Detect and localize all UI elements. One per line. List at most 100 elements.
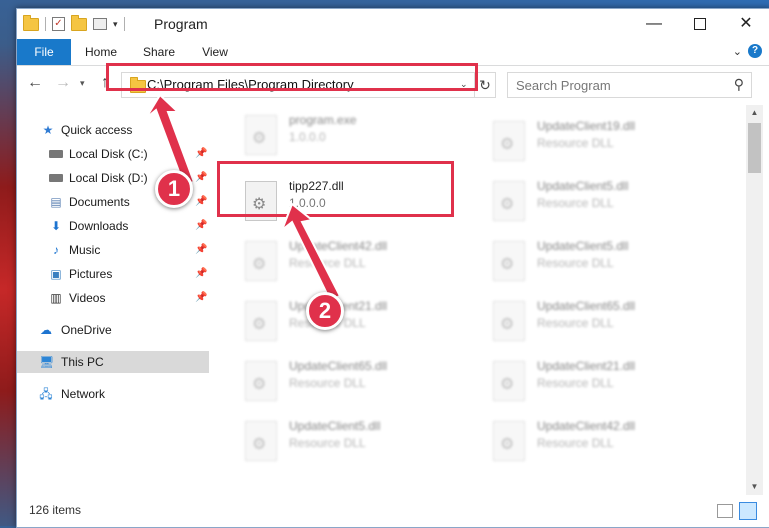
film-icon: ▥	[50, 291, 62, 305]
file-name: UpdateClient42.dll	[537, 419, 636, 433]
item-count: 126 items	[29, 503, 82, 517]
sidebar-item-onedrive[interactable]: ☁ OneDrive	[17, 319, 209, 341]
file-name: UpdateClient42.dll	[289, 239, 388, 253]
sidebar-item-network[interactable]: 🖧 Network	[17, 383, 209, 405]
pin-icon[interactable]: 📌	[195, 143, 207, 165]
dll-file-icon	[493, 361, 525, 401]
sidebar-item-label: Pictures	[69, 267, 113, 281]
list-item[interactable]: UpdateClient65.dll Resource DLL	[237, 355, 477, 411]
dll-file-icon	[245, 361, 277, 401]
properties-check-icon[interactable]: ✓	[52, 17, 65, 31]
list-item[interactable]: UpdateClient42.dll Resource DLL	[237, 235, 477, 291]
documents-icon: ▤	[50, 195, 62, 209]
search-icon[interactable]: ⚲	[734, 76, 744, 93]
file-name: UpdateClient5.dll	[289, 419, 381, 433]
customize-icon[interactable]	[93, 18, 107, 30]
list-item[interactable]: UpdateClient5.dll Resource DLL	[485, 175, 725, 231]
vertical-scrollbar[interactable]: ▲ ▼	[746, 105, 763, 495]
list-item[interactable]: UpdateClient42.dll Resource DLL	[485, 415, 725, 471]
sidebar-item-label: Documents	[69, 195, 130, 209]
file-details: Resource DLL	[537, 436, 614, 450]
file-details: 1.0.0.0	[289, 130, 326, 144]
sidebar-item-label: Quick access	[61, 123, 133, 137]
search-placeholder: Search Program	[516, 78, 611, 93]
drive-icon	[49, 171, 63, 185]
minimize-button[interactable]: —	[631, 9, 677, 39]
new-folder-icon[interactable]	[71, 14, 87, 31]
maximize-button[interactable]	[677, 9, 723, 39]
file-details: Resource DLL	[537, 196, 614, 210]
tab-view[interactable]: View	[195, 39, 235, 65]
sidebar-item-label: Local Disk (D:)	[69, 171, 148, 185]
details-view-icon[interactable]	[717, 504, 733, 518]
pin-icon[interactable]: 📌	[195, 215, 207, 237]
download-arrow-icon: ⬇	[50, 219, 62, 233]
list-item[interactable]: UpdateClient65.dll Resource DLL	[485, 295, 725, 351]
list-item[interactable]: UpdateClient19.dll Resource DLL	[485, 115, 725, 171]
dll-file-icon	[493, 121, 525, 161]
back-arrow-icon[interactable]: ←	[27, 74, 43, 92]
dll-file-icon	[493, 181, 525, 221]
sidebar-item-this-pc[interactable]: 🖥 This PC	[17, 351, 209, 373]
pin-icon[interactable]: 📌	[195, 287, 207, 309]
title-bar: ✓ ▾ Program — ✕	[17, 9, 769, 39]
sidebar-item-quick-access[interactable]: ★ Quick access	[17, 119, 209, 141]
large-icons-view-icon[interactable]	[739, 502, 757, 520]
quick-access-toolbar: ✓ ▾	[23, 14, 125, 31]
help-icon[interactable]: ?	[748, 44, 762, 58]
pictures-icon: ▣	[50, 267, 62, 281]
close-button[interactable]: ✕	[723, 9, 769, 39]
file-name: UpdateClient65.dll	[537, 299, 636, 313]
file-highlight-box	[217, 161, 454, 217]
sidebar-item-videos[interactable]: ▥ Videos 📌	[17, 287, 209, 309]
status-bar: 126 items	[17, 495, 769, 525]
dll-file-icon	[493, 301, 525, 341]
list-item[interactable]: UpdateClient21.dll Resource DLL	[237, 295, 477, 351]
tab-file[interactable]: File	[17, 39, 71, 65]
maximize-icon	[694, 17, 706, 30]
file-details: Resource DLL	[537, 316, 614, 330]
dll-file-icon	[493, 241, 525, 281]
pin-icon[interactable]: 📌	[195, 167, 207, 189]
list-item[interactable]: program.exe 1.0.0.0	[237, 109, 477, 165]
pin-icon[interactable]: 📌	[195, 239, 207, 261]
dll-file-icon	[245, 301, 277, 341]
folder-icon	[23, 14, 39, 31]
step-1-badge: 1	[155, 170, 193, 208]
sidebar-item-music[interactable]: ♪ Music 📌	[17, 239, 209, 261]
exe-file-icon	[245, 115, 277, 155]
list-item[interactable]: UpdateClient5.dll Resource DLL	[237, 415, 477, 471]
scroll-up-icon[interactable]: ▲	[746, 105, 763, 121]
tab-home[interactable]: Home	[77, 39, 125, 65]
file-name: UpdateClient65.dll	[289, 359, 388, 373]
network-icon: 🖧	[39, 387, 53, 401]
sidebar-item-pictures[interactable]: ▣ Pictures 📌	[17, 263, 209, 285]
chevron-down-icon[interactable]: ▾	[113, 19, 118, 30]
ribbon-tabs: File Home Share View ⌄ ?	[17, 39, 769, 66]
sidebar-item-label: Local Disk (C:)	[69, 147, 148, 161]
list-item[interactable]: UpdateClient5.dll Resource DLL	[485, 235, 725, 291]
scrollbar-thumb[interactable]	[748, 123, 761, 173]
sidebar-item-label: Downloads	[69, 219, 129, 233]
step-2-badge: 2	[306, 292, 344, 330]
tab-share[interactable]: Share	[135, 39, 183, 65]
expand-ribbon-icon[interactable]: ⌄	[733, 45, 742, 58]
cloud-icon: ☁	[40, 323, 52, 337]
file-details: Resource DLL	[289, 436, 366, 450]
window-title: Program	[154, 16, 208, 32]
scroll-down-icon[interactable]: ▼	[746, 479, 763, 495]
music-note-icon: ♪	[53, 243, 59, 257]
star-icon: ★	[42, 123, 54, 137]
forward-arrow-icon[interactable]: →	[55, 74, 71, 92]
search-input[interactable]: Search Program ⚲	[507, 72, 752, 98]
pin-icon[interactable]: 📌	[195, 263, 207, 285]
sidebar-item-local-disk-c[interactable]: Local Disk (C:) 📌	[17, 143, 209, 165]
recent-locations-icon[interactable]: ▾	[80, 78, 85, 89]
address-highlight-box	[106, 63, 478, 91]
sidebar-item-downloads[interactable]: ⬇ Downloads 📌	[17, 215, 209, 237]
file-details: Resource DLL	[537, 376, 614, 390]
file-details: Resource DLL	[537, 136, 614, 150]
list-item[interactable]: UpdateClient21.dll Resource DLL	[485, 355, 725, 411]
sidebar-item-label: Videos	[69, 291, 106, 305]
pin-icon[interactable]: 📌	[195, 191, 207, 213]
